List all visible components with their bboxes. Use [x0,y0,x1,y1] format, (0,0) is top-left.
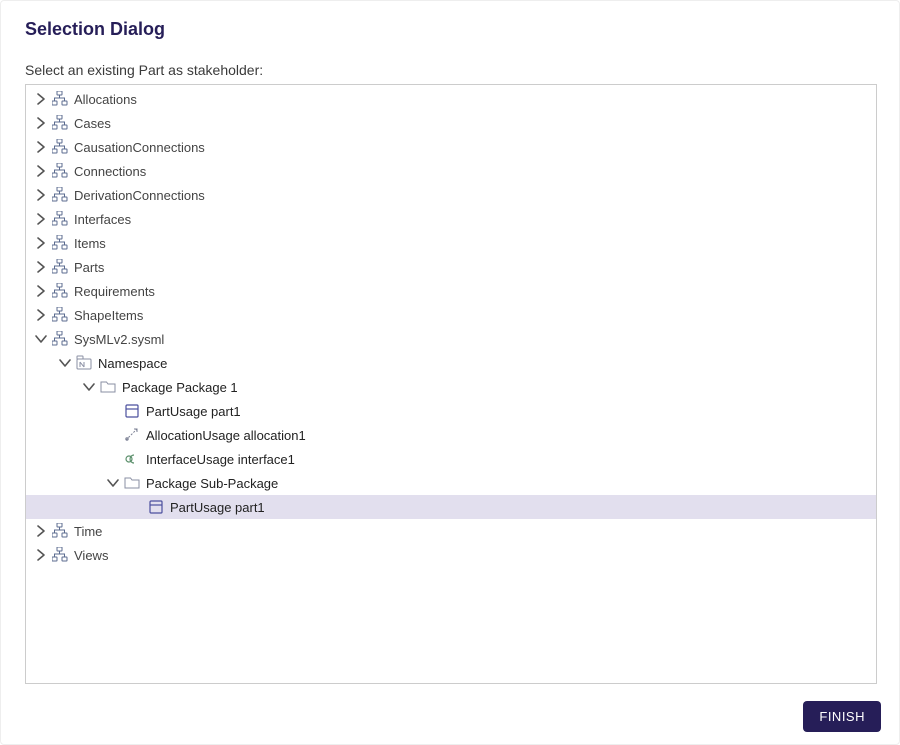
tree-item-label: PartUsage part1 [146,404,241,419]
chevron-right-icon[interactable] [34,116,48,130]
chevron-right-icon[interactable] [34,212,48,226]
chevron-right-icon[interactable] [34,164,48,178]
tree-icon [52,163,68,179]
folder-icon [100,379,116,395]
chevron-right-icon[interactable] [34,92,48,106]
tree-item-namespace[interactable]: Namespace [26,351,876,375]
tree-item-allocationusage[interactable]: AllocationUsage allocation1 [26,423,876,447]
tree-item-label: SysMLv2.sysml [74,332,164,347]
tree-icon [52,235,68,251]
tree-item-cases[interactable]: Cases [26,111,876,135]
part-icon [124,403,140,419]
tree-item-partusage-part1-selected[interactable]: PartUsage part1 [26,495,876,519]
tree-item-label: Connections [74,164,146,179]
tree-view[interactable]: Allocations Cases CausationConnections C… [25,84,877,684]
tree-item-label: Namespace [98,356,167,371]
tree-item-requirements[interactable]: Requirements [26,279,876,303]
folder-icon [124,475,140,491]
chevron-right-icon[interactable] [34,548,48,562]
tree-item-label: PartUsage part1 [170,500,265,515]
tree-icon [52,307,68,323]
allocation-icon [124,427,140,443]
dialog-title: Selection Dialog [25,19,875,40]
tree-item-parts[interactable]: Parts [26,255,876,279]
chevron-down-icon[interactable] [58,356,72,370]
chevron-right-icon[interactable] [34,284,48,298]
tree-icon [52,259,68,275]
tree-item-label: Items [74,236,106,251]
tree-item-partusage-part1[interactable]: PartUsage part1 [26,399,876,423]
tree-item-time[interactable]: Time [26,519,876,543]
finish-button[interactable]: FINISH [803,701,881,732]
tree-icon [52,187,68,203]
tree-icon [52,115,68,131]
dialog-instruction: Select an existing Part as stakeholder: [25,62,875,78]
chevron-right-icon[interactable] [34,236,48,250]
tree-item-label: Interfaces [74,212,131,227]
tree-icon [52,91,68,107]
chevron-right-icon[interactable] [34,524,48,538]
chevron-right-icon[interactable] [34,308,48,322]
tree-item-shapeitems[interactable]: ShapeItems [26,303,876,327]
tree-icon [52,211,68,227]
tree-icon [52,139,68,155]
tree-icon [52,283,68,299]
tree-item-derivationconnections[interactable]: DerivationConnections [26,183,876,207]
tree-item-allocations[interactable]: Allocations [26,87,876,111]
chevron-right-icon[interactable] [34,260,48,274]
tree-item-sysml-model[interactable]: SysMLv2.sysml [26,327,876,351]
tree-item-sub-package[interactable]: Package Sub-Package [26,471,876,495]
tree-item-label: Package Sub-Package [146,476,278,491]
tree-item-label: AllocationUsage allocation1 [146,428,306,443]
tree-item-label: DerivationConnections [74,188,205,203]
tree-item-label: Allocations [74,92,137,107]
interface-icon [124,451,140,467]
tree-icon [52,523,68,539]
part-icon [148,499,164,515]
dialog-footer: FINISH [803,701,881,732]
tree-item-label: CausationConnections [74,140,205,155]
tree-item-label: Time [74,524,102,539]
tree-icon [52,547,68,563]
tree-item-label: Cases [74,116,111,131]
chevron-down-icon[interactable] [106,476,120,490]
tree-item-label: Views [74,548,108,563]
chevron-down-icon[interactable] [82,380,96,394]
chevron-right-icon[interactable] [34,140,48,154]
tree-icon [52,331,68,347]
tree-item-label: Parts [74,260,104,275]
tree-item-causationconnections[interactable]: CausationConnections [26,135,876,159]
tree-item-interfaceusage[interactable]: InterfaceUsage interface1 [26,447,876,471]
chevron-right-icon[interactable] [34,188,48,202]
tree-item-package-1[interactable]: Package Package 1 [26,375,876,399]
tree-item-label: InterfaceUsage interface1 [146,452,295,467]
tree-item-items[interactable]: Items [26,231,876,255]
tree-item-interfaces[interactable]: Interfaces [26,207,876,231]
tree-item-label: ShapeItems [74,308,143,323]
tree-item-views[interactable]: Views [26,543,876,567]
tree-item-label: Package Package 1 [122,380,238,395]
chevron-down-icon[interactable] [34,332,48,346]
tree-item-label: Requirements [74,284,155,299]
namespace-icon [76,355,92,371]
selection-dialog: Selection Dialog Select an existing Part… [0,0,900,745]
tree-item-connections[interactable]: Connections [26,159,876,183]
